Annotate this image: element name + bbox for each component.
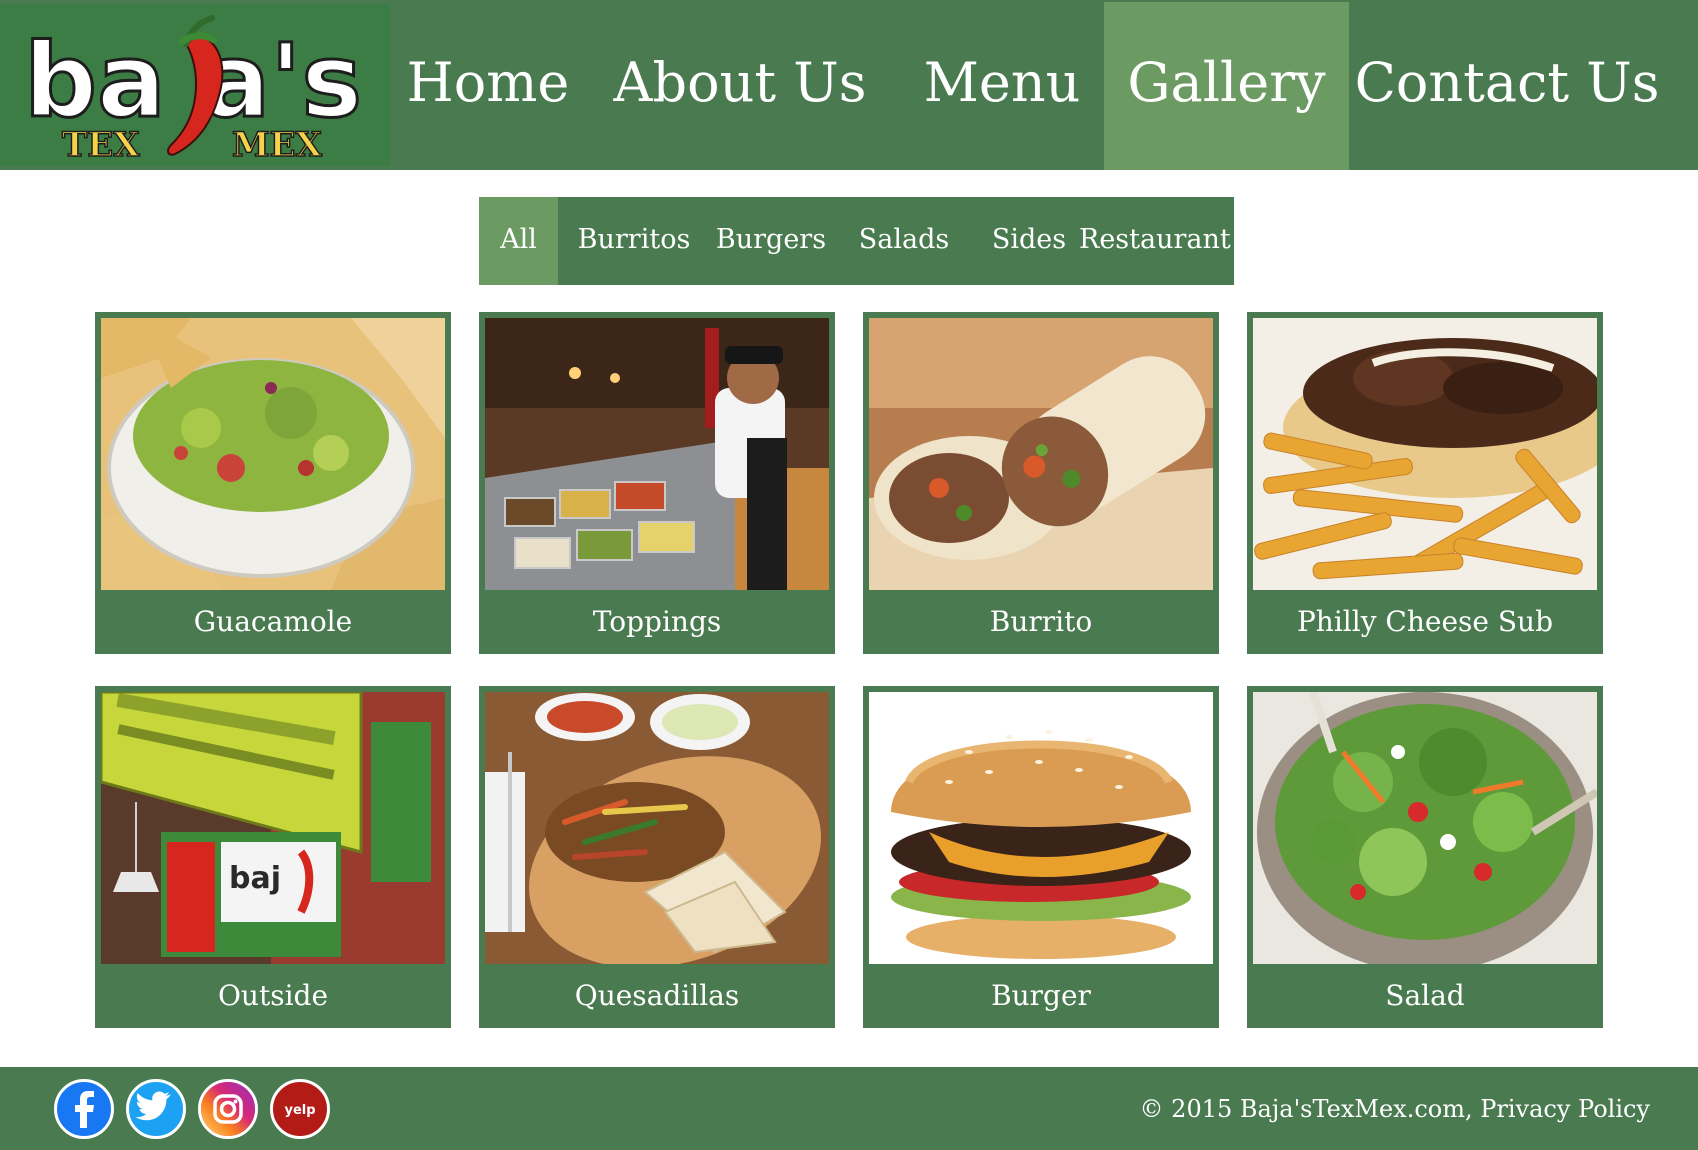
nav-home[interactable]: Home: [398, 2, 578, 170]
gallery-card-toppings[interactable]: Toppings: [479, 312, 835, 654]
nav-gallery[interactable]: Gallery: [1104, 2, 1349, 170]
gallery-filter-bar: All Burritos Burgers Salads Sides Restau…: [479, 197, 1234, 285]
gallery-card-quesadillas[interactable]: Quesadillas: [479, 686, 835, 1028]
instagram-icon[interactable]: [198, 1079, 258, 1139]
nav-menu[interactable]: Menu: [912, 2, 1092, 170]
gallery-card-philly-cheese-sub[interactable]: Philly Cheese Sub: [1247, 312, 1603, 654]
filter-burgers[interactable]: Burgers: [701, 197, 841, 285]
outside-photo: baj: [101, 692, 445, 964]
site-footer: yelp © 2015 Baja'sTexMex.com, Privacy Po…: [0, 1067, 1698, 1150]
filter-salads[interactable]: Salads: [839, 197, 969, 285]
gallery-card-outside[interactable]: baj Outside: [95, 686, 451, 1028]
filter-restaurant[interactable]: Restaurant: [1079, 197, 1231, 285]
logo-mex: MEX: [232, 125, 323, 165]
twitter-icon[interactable]: [126, 1079, 186, 1139]
burger-photo: [869, 692, 1213, 964]
gallery-card-burrito[interactable]: Burrito: [863, 312, 1219, 654]
card-caption: Quesadillas: [574, 979, 740, 1012]
gallery-card-guacamole[interactable]: Guacamole: [95, 312, 451, 654]
filter-burritos[interactable]: Burritos: [564, 197, 704, 285]
card-caption: Salad: [1385, 979, 1465, 1012]
nav-about-us[interactable]: About Us: [610, 2, 870, 170]
card-caption: Guacamole: [193, 605, 353, 638]
gallery-card-burger[interactable]: Burger: [863, 686, 1219, 1028]
card-caption: Burger: [991, 979, 1091, 1012]
toppings-photo: [485, 318, 829, 590]
card-caption: Philly Cheese Sub: [1296, 605, 1554, 638]
card-caption: Toppings: [592, 605, 722, 638]
copyright-text[interactable]: © 2015 Baja'sTexMex.com, Privacy Policy: [1140, 1067, 1650, 1150]
nav-contact-us[interactable]: Contact Us: [1352, 2, 1662, 170]
guacamole-photo: [101, 318, 445, 590]
gallery-card-salad[interactable]: Salad: [1247, 686, 1603, 1028]
facebook-icon[interactable]: [54, 1079, 114, 1139]
burrito-photo: [869, 318, 1213, 590]
svg-text:baj: baj: [229, 861, 281, 896]
salad-photo: [1253, 692, 1597, 964]
quesadillas-photo: [485, 692, 829, 964]
yelp-icon[interactable]: yelp: [270, 1079, 330, 1139]
card-caption: Outside: [217, 979, 329, 1012]
filter-all[interactable]: All: [479, 197, 558, 285]
bajas-logo[interactable]: ba a's TEX MEX: [0, 4, 390, 166]
card-caption: Burrito: [989, 605, 1093, 638]
philly-cheese-sub-photo: [1253, 318, 1597, 590]
filter-sides[interactable]: Sides: [974, 197, 1084, 285]
yelp-label: yelp: [284, 1103, 315, 1118]
site-header: ba a's TEX MEX Home About Us Menu Galler…: [0, 0, 1698, 170]
logo-tex: TEX: [62, 125, 140, 165]
